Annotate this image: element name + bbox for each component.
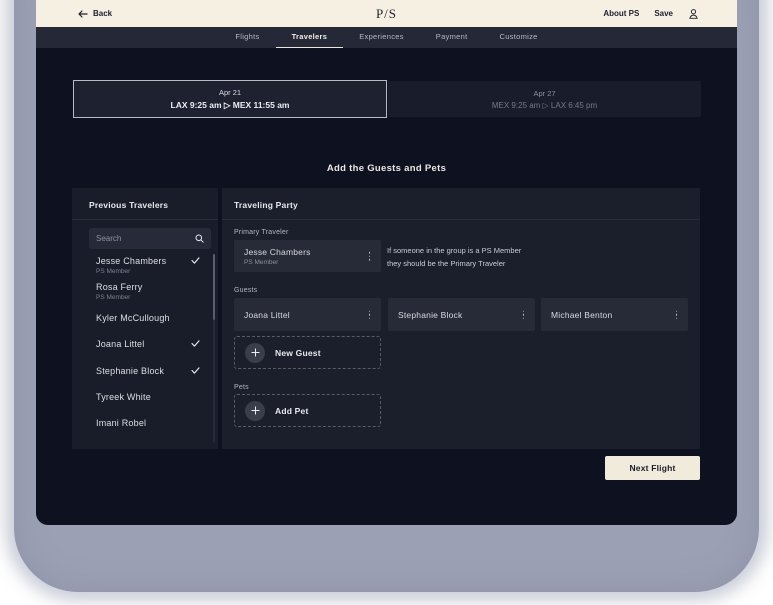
flight-card-outbound[interactable]: Apr 21 LAX 9:25 am ▷ MEX 11:55 am bbox=[73, 80, 387, 118]
plus-icon bbox=[245, 400, 265, 421]
tab-customize[interactable]: Customize bbox=[484, 27, 554, 48]
new-guest-button[interactable]: New Guest bbox=[234, 336, 381, 369]
kebab-menu-icon[interactable] bbox=[674, 308, 680, 321]
flight-route: MEX 9:25 am ▷ LAX 6:45 pm bbox=[491, 100, 598, 110]
traveling-party-panel: Traveling Party Primary Traveler Jesse C… bbox=[222, 188, 700, 449]
search-icon[interactable] bbox=[195, 234, 204, 243]
traveling-party-title: Traveling Party bbox=[222, 188, 700, 220]
save-button[interactable]: Save bbox=[654, 9, 673, 18]
next-flight-button[interactable]: Next Flight bbox=[605, 456, 700, 480]
add-pet-button[interactable]: Add Pet bbox=[234, 394, 381, 427]
traveler-list-item[interactable]: Tyreek White bbox=[96, 392, 200, 402]
about-ps-link[interactable]: About PS bbox=[603, 9, 639, 18]
guest-card[interactable]: Michael Benton bbox=[541, 298, 688, 331]
kebab-menu-icon[interactable] bbox=[367, 308, 373, 321]
tab-experiences[interactable]: Experiences bbox=[343, 27, 420, 48]
flight-route: LAX 9:25 am ▷ MEX 11:55 am bbox=[170, 99, 290, 110]
flight-date: Apr 27 bbox=[533, 88, 556, 98]
previous-travelers-title: Previous Travelers bbox=[72, 188, 218, 220]
scrollbar-thumb[interactable] bbox=[213, 254, 215, 320]
traveler-list-item[interactable]: Stephanie Block bbox=[96, 366, 200, 376]
traveler-list-item[interactable]: Imani Robel bbox=[96, 418, 200, 428]
traveler-list-item[interactable]: Jesse Chambers PS Member bbox=[96, 256, 200, 275]
tab-flights[interactable]: Flights bbox=[219, 27, 275, 48]
app-window: Back P/S About PS Save Flights Travelers… bbox=[36, 0, 737, 525]
flight-date: Apr 21 bbox=[218, 87, 242, 97]
top-bar: Back P/S About PS Save bbox=[36, 0, 737, 27]
plus-icon bbox=[245, 342, 265, 363]
traveler-list-item[interactable]: Kyler McCullough bbox=[96, 313, 200, 323]
page-title: Add the Guests and Pets bbox=[326, 163, 447, 174]
traveler-list-item[interactable]: Rosa Ferry PS Member bbox=[96, 282, 200, 301]
primary-traveler-note: If someone in the group is a PS Member t… bbox=[387, 246, 522, 268]
check-icon bbox=[191, 257, 200, 264]
tab-travelers[interactable]: Travelers bbox=[275, 27, 344, 48]
check-icon bbox=[191, 340, 200, 347]
traveler-list-item[interactable]: Joana Littel bbox=[96, 339, 200, 349]
kebab-menu-icon[interactable] bbox=[367, 250, 373, 263]
guests-label: Guests bbox=[234, 287, 258, 294]
screen: Back P/S About PS Save Flights Travelers… bbox=[0, 0, 773, 605]
tab-payment[interactable]: Payment bbox=[420, 27, 484, 48]
search-box[interactable] bbox=[89, 228, 211, 249]
flight-card-return[interactable]: Apr 27 MEX 9:25 am ▷ LAX 6:45 pm bbox=[388, 81, 701, 117]
top-bar-actions: About PS Save bbox=[603, 0, 699, 27]
primary-traveler-label: Primary Traveler bbox=[234, 229, 289, 236]
kebab-menu-icon[interactable] bbox=[521, 308, 527, 321]
pets-label: Pets bbox=[234, 384, 249, 391]
step-tabs: Flights Travelers Experiences Payment Cu… bbox=[36, 27, 737, 48]
guest-card[interactable]: Stephanie Block bbox=[388, 298, 535, 331]
search-input[interactable] bbox=[96, 234, 195, 243]
account-icon[interactable] bbox=[688, 8, 699, 20]
primary-traveler-card[interactable]: Jesse Chambers PS Member bbox=[234, 240, 381, 272]
previous-travelers-panel: Previous Travelers Jesse Chambers PS Mem… bbox=[72, 188, 218, 449]
check-icon bbox=[191, 367, 200, 374]
guest-card[interactable]: Joana Littel bbox=[234, 298, 381, 331]
